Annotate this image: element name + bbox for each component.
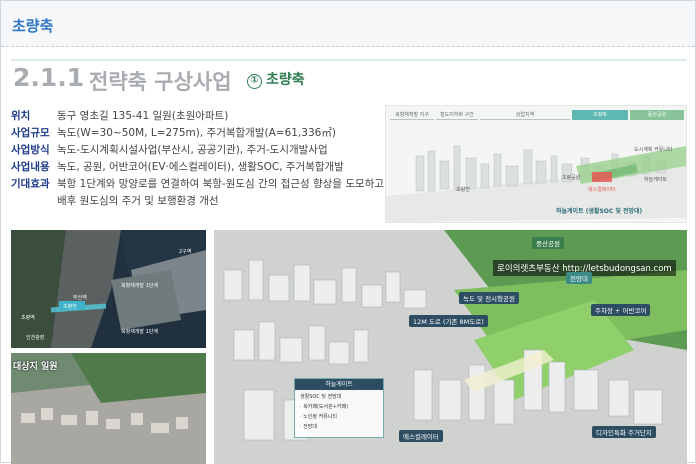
info-label: 사업내용 xyxy=(11,161,50,173)
render-tag: 디자인특화 주거단지 xyxy=(592,426,656,438)
map-label: 북항재개발 1단계 xyxy=(121,329,158,335)
info-value: 녹도, 공원, 어반코어(EV·에스컬레이터), 생활SOC, 주거복합개발 xyxy=(57,161,344,173)
map-label: 초량역 xyxy=(21,315,35,321)
skygate-line: · 북카페(도서관+카페) xyxy=(300,404,349,410)
map-label: 인천광장 xyxy=(26,335,45,341)
satellite-map: 2구역 북항재개발 1단계 부산역 초량천 초량역 북항재개발 1단계 인천광장 xyxy=(11,230,206,348)
render-tag: 전망대 xyxy=(566,272,592,284)
document-image: 2.1.1 전략축 구상사업 ① 초량축 위치 동구 영초길 135-41 일원(초… xyxy=(11,49,687,464)
panel-header: 초량축 xyxy=(1,1,695,47)
aerial-label: 대상지 일원 xyxy=(13,362,58,372)
section-title: 전략축 구상사업 xyxy=(89,70,232,94)
info-table: 위치 동구 영초길 135-41 일원(초원아파트) 사업규모 녹도(W=30~50… xyxy=(11,107,384,232)
info-value: 배후 원도심의 주거 및 보행환경 개선 xyxy=(57,195,219,207)
panel-title: 초량축 xyxy=(12,17,54,35)
diagram-note: 도시계획 커뮤니티 xyxy=(634,147,673,153)
diagram-note: 하늘게이트 xyxy=(644,177,668,183)
map-label: 부산역 xyxy=(73,295,87,301)
render-tag: 주차장 + 어반코어 xyxy=(591,304,651,316)
render-tag: 12M 도로 (기존 8M도로) xyxy=(409,315,488,327)
info-label: 사업방식 xyxy=(11,144,50,156)
section-subtitle: ① 초량축 xyxy=(247,69,305,89)
render-tag: 녹도 및 전시형공원 xyxy=(459,292,519,304)
render-tag: 에스컬레이터 xyxy=(399,430,443,442)
window-frame: 초량축 2.1.1 전략축 구상사업 ① 초량축 위치 동구 영초길 135-41 … xyxy=(0,0,696,464)
skygate-title: 하늘게이트 xyxy=(295,379,383,390)
info-value: 녹도-도시계획시설사업(부산시, 공공기관), 주거-도시개발사업 xyxy=(57,144,328,156)
skygate-card: 하늘게이트 생활SOC 및 전망대 · 북카페(도서관+카페) · 노인정 커뮤… xyxy=(294,378,384,438)
diagram-note: 초량공원 xyxy=(562,175,581,181)
skygate-line: 생활SOC 및 전망대 xyxy=(300,394,342,400)
map-label: 북항재개발 1단계 xyxy=(121,283,158,289)
map-label: 초량천 xyxy=(63,304,77,310)
skygate-line: · 노인정 커뮤니티 xyxy=(300,414,337,420)
info-value: 북항 1단계와 망양로를 연결하여 북항-원도심 간의 접근성 향상을 도모하고 xyxy=(57,178,384,190)
aerial-photo: 대상지 일원 xyxy=(11,353,206,464)
skygate-line: · 전망대 xyxy=(300,424,317,430)
satellite-art xyxy=(11,230,206,348)
sub-number: ① xyxy=(247,74,262,89)
top-divider xyxy=(11,59,687,61)
section-diagram: 북항재개발 지구 철도지하화 구간 상업지역 초량축 증산공원 초량천 에스컬레… xyxy=(385,105,687,223)
diagram-note: 에스컬레이터 xyxy=(588,187,616,193)
diagram-caption: 하늘게이트 (생활SOC 및 전망대) xyxy=(556,208,643,215)
info-value: 녹도(W=30~50M, L=275m), 주거복합개발(A=61,336㎡) xyxy=(57,127,336,139)
info-label: 위치 xyxy=(11,110,31,122)
sub-title: 초량축 xyxy=(266,72,305,88)
diagram-note: 초량천 xyxy=(456,187,470,193)
map-label: 2구역 xyxy=(179,249,192,255)
info-value: 동구 영초길 135-41 일원(초원아파트) xyxy=(57,110,229,122)
render-tag: 중산공원 xyxy=(532,237,564,249)
section-number: 2.1.1 xyxy=(13,63,85,92)
info-label: 사업규모 xyxy=(11,127,50,139)
rendering-image: 로이의렛츠부동산 http://letsbudongsan.com 중산공원 전… xyxy=(214,230,687,464)
info-label: 기대효과 xyxy=(11,178,50,190)
